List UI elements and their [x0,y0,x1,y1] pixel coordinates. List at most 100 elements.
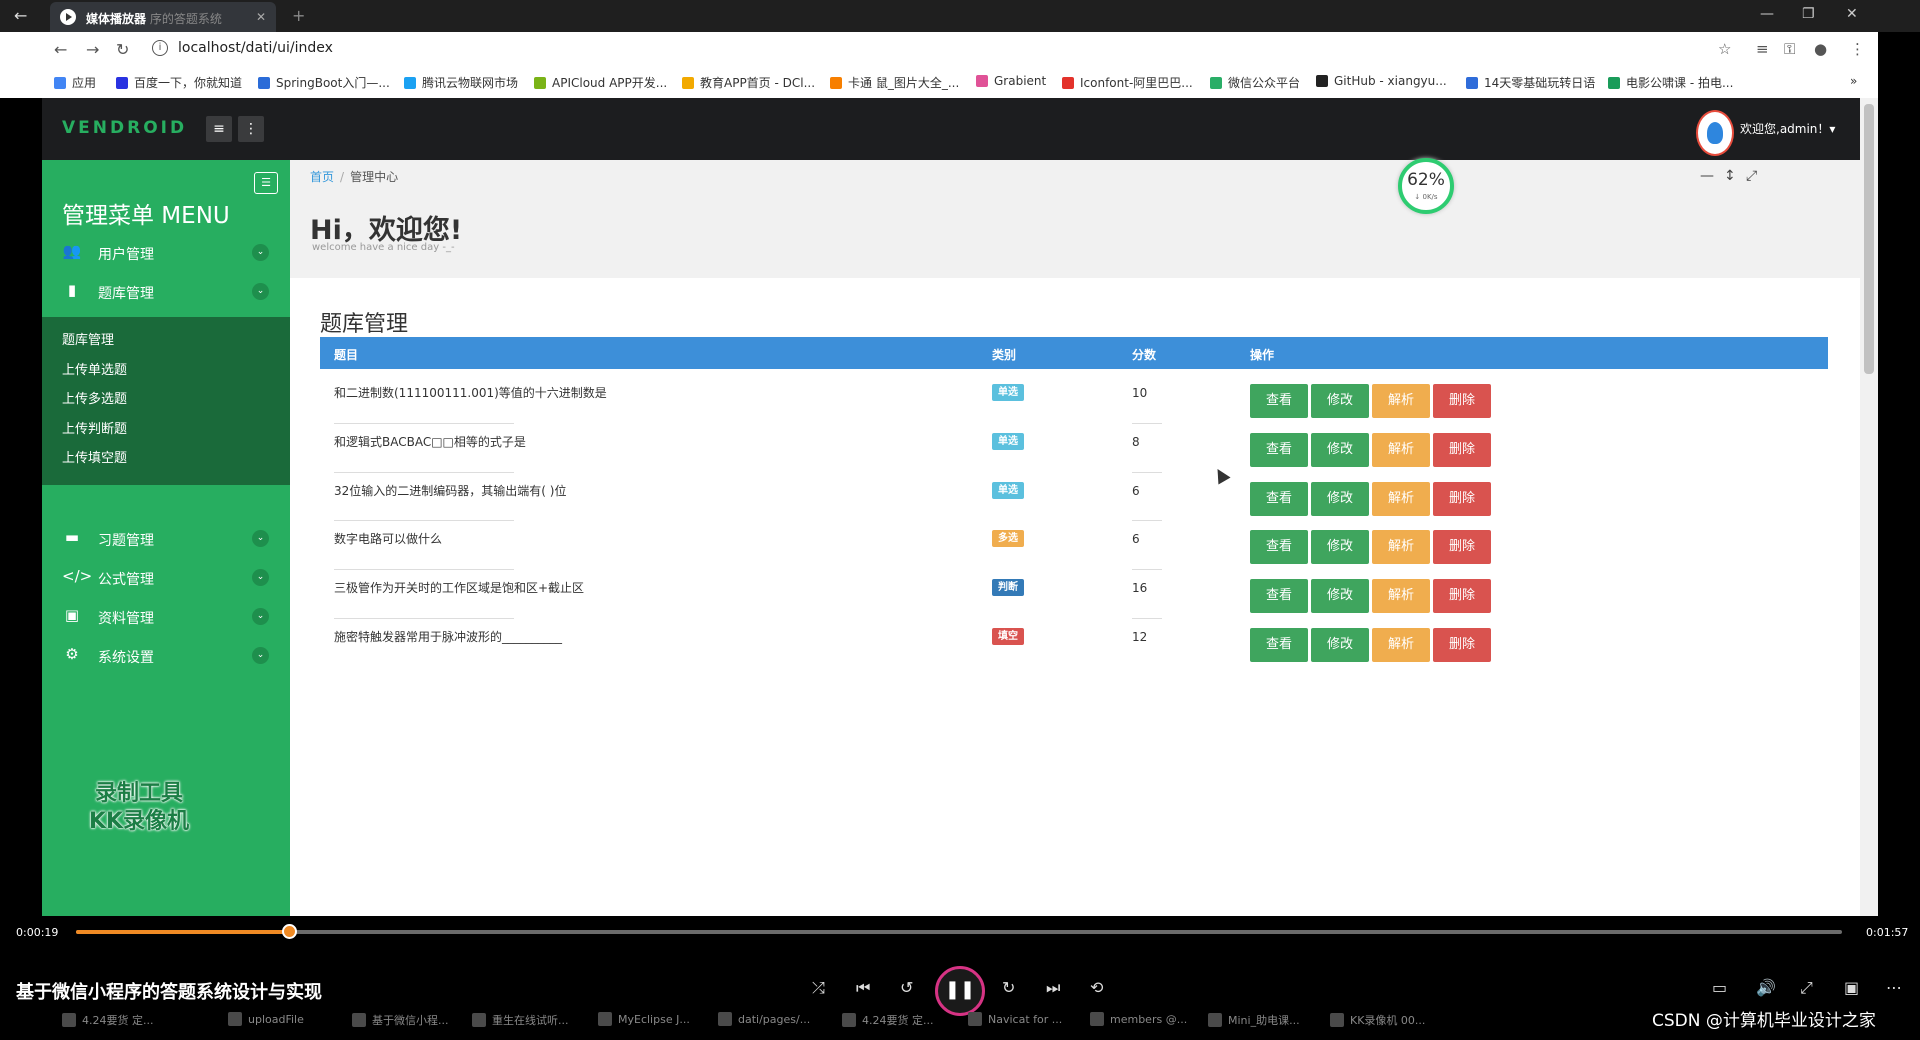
seek-knob[interactable] [281,924,297,939]
more-vertical-icon[interactable]: ⋮ [238,116,264,142]
taskbar-item[interactable]: 重生在线试听... [472,1012,569,1028]
taskbar-item[interactable]: KK录像机 00... [1330,1012,1425,1028]
taskbar-item[interactable]: members @... [1090,1012,1187,1026]
delete-button[interactable]: 删除 [1433,384,1491,418]
parse-button[interactable]: 解析 [1372,628,1430,662]
shuffle-icon[interactable]: ⤮ [812,978,825,998]
submenu-item[interactable]: 上传多选题 [62,388,127,407]
new-tab-icon[interactable]: + [292,6,305,25]
restore-icon[interactable]: ❐ [1802,6,1815,22]
chevron-down-icon[interactable]: ⌄ [252,530,269,547]
taskbar-item[interactable]: Mini_助电课... [1208,1012,1300,1028]
bookmark-item[interactable]: SpringBoot入门—... [258,74,390,91]
sidebar-item[interactable]: </> 公式管理 ⌄ [42,559,290,595]
minimize-icon[interactable]: — [1760,6,1774,22]
view-button[interactable]: 查看 [1250,481,1308,516]
submenu-item[interactable]: 上传填空题 [62,447,127,466]
close-tab-icon[interactable]: ✕ [256,10,266,24]
bookmark-item[interactable]: 应用 [54,74,96,91]
hamburger-icon[interactable]: ≡ [206,116,232,142]
delete-button[interactable]: 删除 [1433,530,1491,565]
parse-button[interactable]: 解析 [1372,481,1430,516]
next-icon[interactable]: ⏭ [1046,978,1060,998]
browser-forward-icon[interactable]: → [86,40,99,59]
resize-icon[interactable]: ↕ [1724,168,1736,184]
chevron-down-icon[interactable]: ⌄ [252,244,269,261]
taskbar-item[interactable]: 4.24要货 定... [62,1012,153,1028]
bookmark-item[interactable]: Iconfont-阿里巴巴... [1062,74,1193,91]
reading-list-icon[interactable]: ≡ [1756,40,1769,58]
browser-back-icon[interactable]: ← [54,40,67,59]
reload-icon[interactable]: ↻ [116,40,129,59]
sidebar-item[interactable]: ▣ 资料管理 ⌄ [42,598,290,634]
view-button[interactable]: 查看 [1250,384,1308,418]
chevron-down-icon[interactable]: ⌄ [252,283,269,300]
bookmark-star-icon[interactable]: ☆ [1718,40,1731,58]
address-bar[interactable]: i localhost/dati/ui/index [146,36,1776,62]
submenu-item[interactable]: 上传单选题 [62,359,127,378]
parse-button[interactable]: 解析 [1372,579,1430,614]
taskbar-item[interactable]: 基于微信小程... [352,1012,449,1028]
bookmark-item[interactable]: 百度一下，你就知道 [116,74,242,91]
delete-button[interactable]: 删除 [1433,579,1491,614]
volume-icon[interactable]: 🔊 [1756,978,1776,997]
page-scrollbar[interactable] [1860,98,1878,916]
bookmark-item[interactable]: APICloud APP开发... [534,74,667,91]
submenu-item[interactable]: 题库管理 [62,329,114,348]
bookmarks-overflow-icon[interactable]: » [1850,74,1857,88]
edit-button[interactable]: 修改 [1311,530,1369,565]
more-icon[interactable]: ⋯ [1886,978,1902,997]
player-tab[interactable]: 媒体播放器 序的答题系统 ✕ [50,2,276,32]
chevron-down-icon[interactable]: ⌄ [252,608,269,625]
edit-button[interactable]: 修改 [1311,432,1369,467]
view-button[interactable]: 查看 [1250,628,1308,662]
mini-player-icon[interactable]: ▣ [1844,978,1859,997]
edit-button[interactable]: 修改 [1311,384,1369,418]
parse-button[interactable]: 解析 [1372,432,1430,467]
view-button[interactable]: 查看 [1250,579,1308,614]
delete-button[interactable]: 删除 [1433,432,1491,467]
key-icon[interactable]: ⚿ [1784,40,1795,58]
back-arrow-icon[interactable]: ← [14,6,27,25]
taskbar-item[interactable]: MyEclipse J... [598,1012,690,1026]
taskbar-item[interactable]: uploadFile [228,1012,304,1026]
delete-button[interactable]: 删除 [1433,628,1491,662]
fullscreen-icon[interactable]: ⤢ [1746,168,1757,184]
parse-button[interactable]: 解析 [1372,530,1430,565]
taskbar-item[interactable]: dati/pages/... [718,1012,810,1026]
chevron-down-icon[interactable]: ⌄ [252,647,269,664]
delete-button[interactable]: 删除 [1433,481,1491,516]
site-info-icon[interactable]: i [152,40,168,56]
bookmark-item[interactable]: 卡通 鼠_图片大全_... [830,74,959,91]
bookmark-item[interactable]: Grabient [976,74,1046,88]
edit-button[interactable]: 修改 [1311,628,1369,662]
collapse-icon[interactable]: — [1700,168,1714,184]
view-button[interactable]: 查看 [1250,432,1308,467]
bookmark-item[interactable]: GitHub - xiangyu... [1316,74,1447,88]
profile-icon[interactable]: ● [1814,40,1827,58]
user-avatar[interactable] [1696,110,1734,156]
browser-menu-icon[interactable]: ⋮ [1850,40,1865,58]
sidebar-item[interactable]: ▬ 习题管理 ⌄ [42,520,290,556]
repeat-icon[interactable]: ⟲ [1090,978,1103,997]
sidebar-item[interactable]: ▮ 题库管理 ⌄ [42,273,290,309]
previous-icon[interactable]: ⏮ [856,978,870,998]
edit-button[interactable]: 修改 [1311,579,1369,614]
seek-bar[interactable] [76,930,1842,934]
network-gauge[interactable]: 62% ↓ 0K/s [1398,158,1454,214]
bookmark-item[interactable]: 电影公啸课 - 拍电... [1608,74,1733,91]
rewind-10-icon[interactable]: ↺ [900,978,913,997]
sidebar-item[interactable]: ⚙ 系统设置 ⌄ [42,637,290,673]
taskbar-item[interactable]: Navicat for ... [968,1012,1062,1026]
close-window-icon[interactable]: ✕ [1846,6,1858,22]
edit-button[interactable]: 修改 [1311,481,1369,516]
taskbar-item[interactable]: 4.24要货 定... [842,1012,933,1028]
sidebar-toggle-icon[interactable]: ☰ [254,172,278,194]
chevron-down-icon[interactable]: ⌄ [252,569,269,586]
breadcrumb-home[interactable]: 首页 [310,170,334,184]
submenu-item[interactable]: 上传判断题 [62,418,127,437]
scrollbar-thumb[interactable] [1864,104,1874,374]
parse-button[interactable]: 解析 [1372,384,1430,418]
subtitles-icon[interactable]: ▭ [1712,978,1727,997]
bookmark-item[interactable]: 微信公众平台 [1210,74,1300,91]
